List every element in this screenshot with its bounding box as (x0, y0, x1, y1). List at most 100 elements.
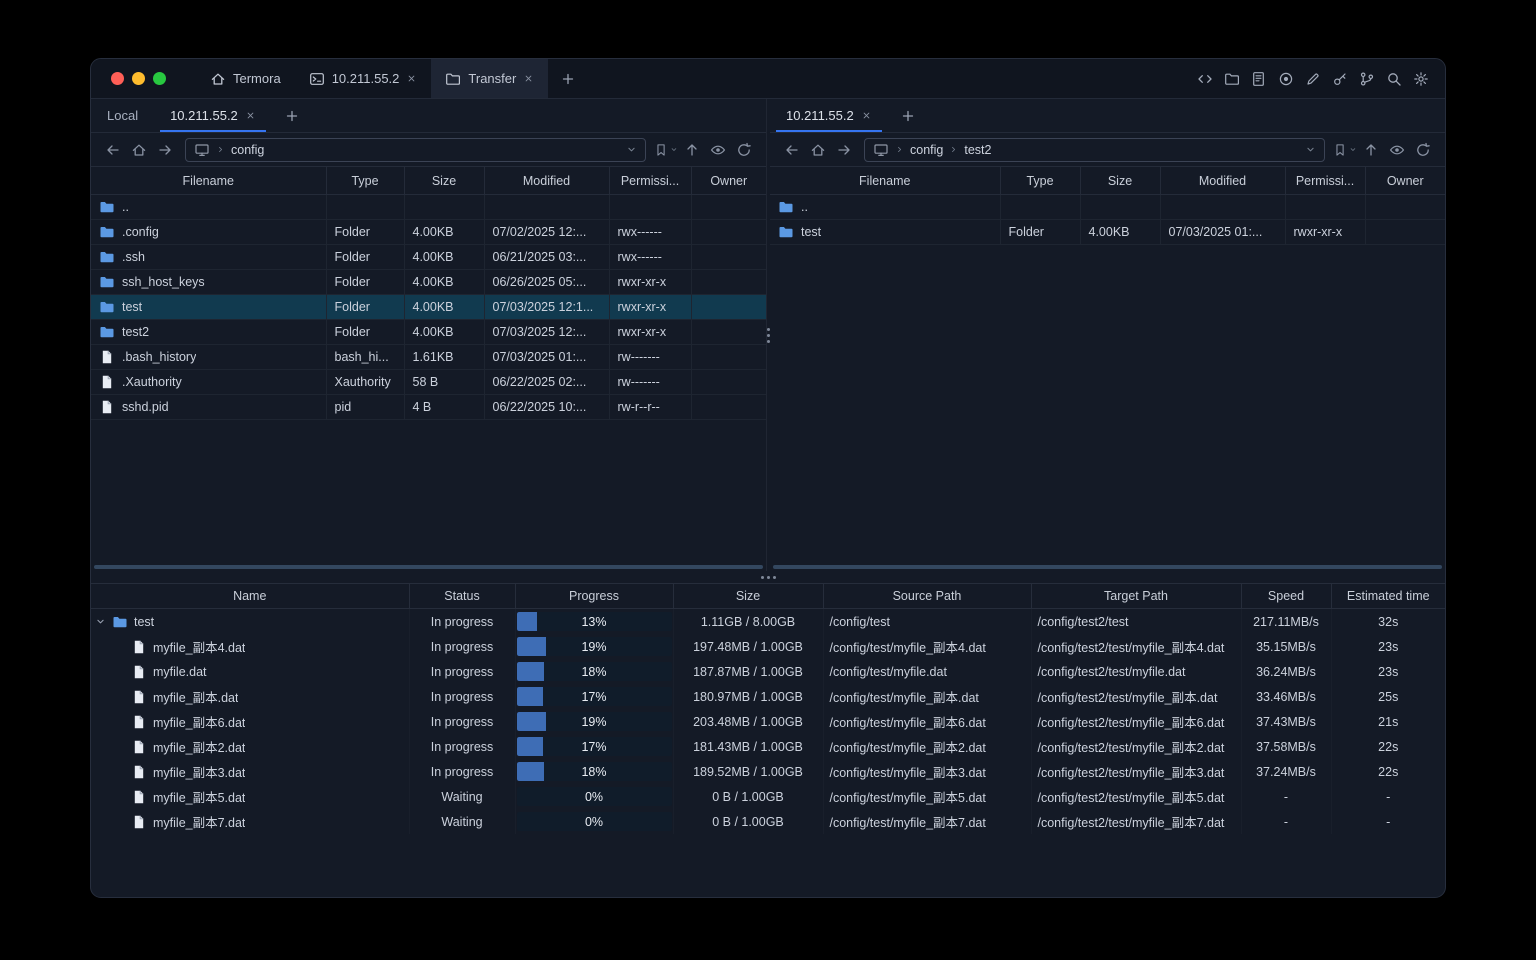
forward-button[interactable] (153, 138, 177, 162)
file-owner (691, 219, 766, 245)
chevron-down-icon[interactable] (626, 144, 637, 155)
tab-local[interactable]: Local (91, 99, 154, 132)
expand-chevron-icon[interactable] (95, 616, 106, 627)
column-header-permissions[interactable]: Permissi... (609, 166, 692, 195)
file-row[interactable]: test Folder 4.00KB 07/03/2025 01:... rwx… (770, 219, 1445, 245)
column-header-owner[interactable]: Owner (1365, 166, 1445, 195)
close-tab-button[interactable] (406, 73, 417, 84)
column-header-size[interactable]: Size (404, 166, 485, 195)
column-header-size[interactable]: Size (1080, 166, 1161, 195)
close-tab-button[interactable] (245, 110, 256, 121)
column-header-source-path[interactable]: Source Path (823, 583, 1032, 609)
file-row[interactable]: .ssh Folder 4.00KB 06/21/2025 03:... rwx… (91, 244, 766, 270)
folder-button[interactable] (1224, 71, 1240, 87)
file-row[interactable]: .. (91, 194, 766, 220)
settings-button[interactable] (1413, 71, 1429, 87)
back-button[interactable] (101, 138, 125, 162)
tab-remote-host[interactable]: 10.211.55.2 (154, 99, 272, 132)
refresh-button[interactable] (732, 138, 756, 162)
scrollbar-thumb[interactable] (94, 565, 763, 569)
tab-transfer[interactable]: Transfer (431, 59, 549, 98)
column-header-modified[interactable]: Modified (1160, 166, 1286, 195)
search-button[interactable] (1386, 71, 1402, 87)
new-panel-tab-button[interactable] (888, 99, 928, 132)
column-header-permissions[interactable]: Permissi... (1285, 166, 1366, 195)
close-tab-button[interactable] (861, 110, 872, 121)
path-breadcrumb[interactable]: config test2 (864, 137, 1325, 162)
chevron-down-icon[interactable] (1305, 144, 1316, 155)
transfer-row[interactable]: myfile_副本4.dat In progress 19% 197.48MB … (91, 634, 1445, 659)
code-button[interactable] (1197, 71, 1213, 87)
column-header-speed[interactable]: Speed (1241, 583, 1332, 609)
transfer-row[interactable]: test In progress 13% 1.11GB / 8.00GB /co… (91, 608, 1445, 634)
column-header-estimated-time[interactable]: Estimated time (1331, 583, 1445, 609)
file-name: .. (122, 200, 129, 214)
file-icon (131, 639, 147, 655)
transfer-row[interactable]: myfile_副本.dat In progress 17% 180.97MB /… (91, 684, 1445, 709)
column-header-type[interactable]: Type (1000, 166, 1081, 195)
transfer-row[interactable]: myfile_副本2.dat In progress 17% 181.43MB … (91, 734, 1445, 759)
column-header-filename[interactable]: Filename (770, 166, 1001, 195)
path-breadcrumb[interactable]: config (185, 137, 646, 162)
breadcrumb-item[interactable]: config (910, 143, 943, 157)
column-header-progress[interactable]: Progress (515, 583, 674, 609)
file-row[interactable]: test2 Folder 4.00KB 07/03/2025 12:... rw… (91, 319, 766, 345)
file-row[interactable]: ssh_host_keys Folder 4.00KB 06/26/2025 0… (91, 269, 766, 295)
column-header-modified[interactable]: Modified (484, 166, 610, 195)
transfer-name: myfile.dat (153, 664, 207, 679)
close-tab-button[interactable] (523, 73, 534, 84)
keys-button[interactable] (1332, 71, 1348, 87)
transfer-splitter[interactable] (91, 571, 1445, 583)
home-button[interactable] (127, 138, 151, 162)
bookmark-button[interactable] (654, 138, 678, 162)
show-hidden-button[interactable] (1385, 138, 1409, 162)
column-header-size[interactable]: Size (673, 583, 824, 609)
maximize-window-button[interactable] (153, 72, 166, 85)
tab-termora[interactable]: Termora (196, 59, 295, 98)
transfer-row[interactable]: myfile_副本5.dat Waiting 0% 0 B / 1.00GB /… (91, 784, 1445, 809)
scrollbar-thumb[interactable] (773, 565, 1442, 569)
edit-button[interactable] (1305, 71, 1321, 87)
file-row[interactable]: .bash_history bash_hi... 1.61KB 07/03/20… (91, 344, 766, 370)
record-button[interactable] (1278, 71, 1294, 87)
show-hidden-button[interactable] (706, 138, 730, 162)
close-window-button[interactable] (111, 72, 124, 85)
branch-button[interactable] (1359, 71, 1375, 87)
horizontal-scrollbar[interactable] (773, 565, 1442, 569)
back-button[interactable] (780, 138, 804, 162)
horizontal-scrollbar[interactable] (94, 565, 763, 569)
transfer-eta: - (1386, 814, 1391, 829)
bookmark-button[interactable] (1333, 138, 1357, 162)
parent-directory-button[interactable] (680, 138, 704, 162)
minimize-window-button[interactable] (132, 72, 145, 85)
column-header-owner[interactable]: Owner (691, 166, 766, 195)
column-header-status[interactable]: Status (409, 583, 516, 609)
new-tab-button[interactable] (548, 59, 588, 98)
breadcrumb-item[interactable]: config (231, 143, 264, 157)
transfer-row[interactable]: myfile_副本6.dat In progress 19% 203.48MB … (91, 709, 1445, 734)
changelog-button[interactable] (1251, 71, 1267, 87)
file-permissions: rw------- (609, 344, 692, 370)
transfer-row[interactable]: myfile.dat In progress 18% 187.87MB / 1.… (91, 659, 1445, 684)
column-header-filename[interactable]: Filename (91, 166, 327, 195)
folder-icon (445, 71, 461, 87)
forward-button[interactable] (832, 138, 856, 162)
file-row[interactable]: test Folder 4.00KB 07/03/2025 12:1... rw… (91, 294, 766, 320)
file-row[interactable]: .. (770, 194, 1445, 220)
column-header-target-path[interactable]: Target Path (1031, 583, 1242, 609)
home-button[interactable] (806, 138, 830, 162)
breadcrumb-item[interactable]: test2 (964, 143, 991, 157)
tab-host[interactable]: 10.211.55.2 (295, 59, 432, 98)
parent-directory-button[interactable] (1359, 138, 1383, 162)
refresh-button[interactable] (1411, 138, 1435, 162)
file-row[interactable]: .config Folder 4.00KB 07/02/2025 12:... … (91, 219, 766, 245)
new-panel-tab-button[interactable] (272, 99, 312, 132)
transfer-row[interactable]: myfile_副本3.dat In progress 18% 189.52MB … (91, 759, 1445, 784)
file-name: test (122, 300, 143, 314)
file-row[interactable]: sshd.pid pid 4 B 06/22/2025 10:... rw-r-… (91, 394, 766, 420)
file-row[interactable]: .Xauthority Xauthority 58 B 06/22/2025 0… (91, 369, 766, 395)
column-header-name[interactable]: Name (91, 583, 410, 609)
column-header-type[interactable]: Type (326, 166, 405, 195)
tab-remote-host[interactable]: 10.211.55.2 (770, 99, 888, 132)
transfer-row[interactable]: myfile_副本7.dat Waiting 0% 0 B / 1.00GB /… (91, 809, 1445, 834)
